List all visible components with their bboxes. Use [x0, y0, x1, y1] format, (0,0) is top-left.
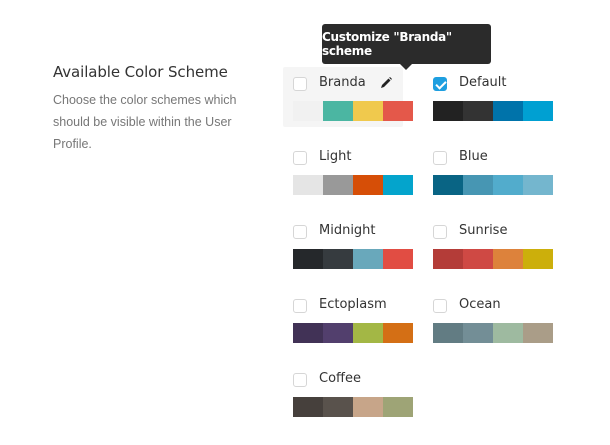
swatch: [353, 323, 383, 343]
swatch: [383, 101, 413, 121]
swatch: [523, 175, 553, 195]
scheme-light[interactable]: Light: [283, 141, 413, 201]
scheme-midnight[interactable]: Midnight: [283, 215, 413, 275]
scheme-checkbox[interactable]: [293, 299, 307, 313]
swatch: [523, 249, 553, 269]
swatch: [463, 101, 493, 121]
swatch: [293, 101, 323, 121]
color-swatches: [293, 101, 413, 121]
scheme-branda[interactable]: Branda: [283, 67, 413, 127]
color-swatches: [293, 249, 413, 269]
swatch: [323, 249, 353, 269]
scheme-name: Blue: [459, 149, 488, 164]
swatch: [493, 175, 523, 195]
swatch: [293, 397, 323, 417]
swatch: [293, 249, 323, 269]
swatch: [293, 175, 323, 195]
swatch: [323, 101, 353, 121]
scheme-name: Ocean: [459, 297, 501, 312]
scheme-name: Branda: [319, 75, 366, 90]
swatch: [383, 249, 413, 269]
scheme-name: Coffee: [319, 371, 361, 386]
pencil-icon[interactable]: [379, 76, 393, 90]
scheme-name: Midnight: [319, 223, 376, 238]
swatch: [433, 249, 463, 269]
color-swatches: [293, 323, 413, 343]
swatch: [383, 397, 413, 417]
swatch: [353, 175, 383, 195]
swatch: [493, 323, 523, 343]
swatch: [463, 175, 493, 195]
color-swatches: [293, 397, 413, 417]
swatch: [523, 101, 553, 121]
scheme-blue[interactable]: Blue: [423, 141, 553, 201]
swatch: [523, 323, 553, 343]
swatch: [463, 323, 493, 343]
scheme-name: Ectoplasm: [319, 297, 387, 312]
swatch: [383, 323, 413, 343]
color-swatches: [433, 249, 553, 269]
scheme-checkbox[interactable]: [293, 373, 307, 387]
scheme-checkbox[interactable]: [293, 77, 307, 91]
scheme-ectoplasm[interactable]: Ectoplasm: [283, 289, 413, 349]
scheme-sunrise[interactable]: Sunrise: [423, 215, 553, 275]
swatch: [463, 249, 493, 269]
color-swatches: [433, 101, 553, 121]
section-description: Choose the color schemes which should be…: [53, 93, 237, 151]
section-title: Available Color Scheme: [53, 63, 228, 81]
scheme-name: Default: [459, 75, 507, 90]
swatch: [433, 175, 463, 195]
color-swatches: [293, 175, 413, 195]
swatch: [433, 323, 463, 343]
scheme-checkbox[interactable]: [293, 151, 307, 165]
scheme-checkbox[interactable]: [433, 225, 447, 239]
swatch: [353, 397, 383, 417]
swatch: [353, 101, 383, 121]
scheme-ocean[interactable]: Ocean: [423, 289, 553, 349]
customize-tooltip: Customize "Branda" scheme: [322, 24, 491, 70]
swatch: [323, 397, 353, 417]
scheme-checkbox[interactable]: [433, 77, 447, 91]
scheme-coffee[interactable]: Coffee: [283, 363, 413, 423]
swatch: [293, 323, 323, 343]
scheme-checkbox[interactable]: [293, 225, 307, 239]
swatch: [353, 249, 383, 269]
scheme-name: Sunrise: [459, 223, 508, 238]
swatch: [323, 175, 353, 195]
scheme-name: Light: [319, 149, 352, 164]
scheme-default[interactable]: Default: [423, 67, 553, 127]
swatch: [493, 101, 523, 121]
scheme-checkbox[interactable]: [433, 299, 447, 313]
scheme-checkbox[interactable]: [433, 151, 447, 165]
color-swatches: [433, 175, 553, 195]
color-swatches: [433, 323, 553, 343]
swatch: [493, 249, 523, 269]
color-scheme-settings: Available Color Scheme Choose the color …: [0, 0, 610, 445]
swatch: [433, 101, 463, 121]
swatch: [323, 323, 353, 343]
swatch: [383, 175, 413, 195]
